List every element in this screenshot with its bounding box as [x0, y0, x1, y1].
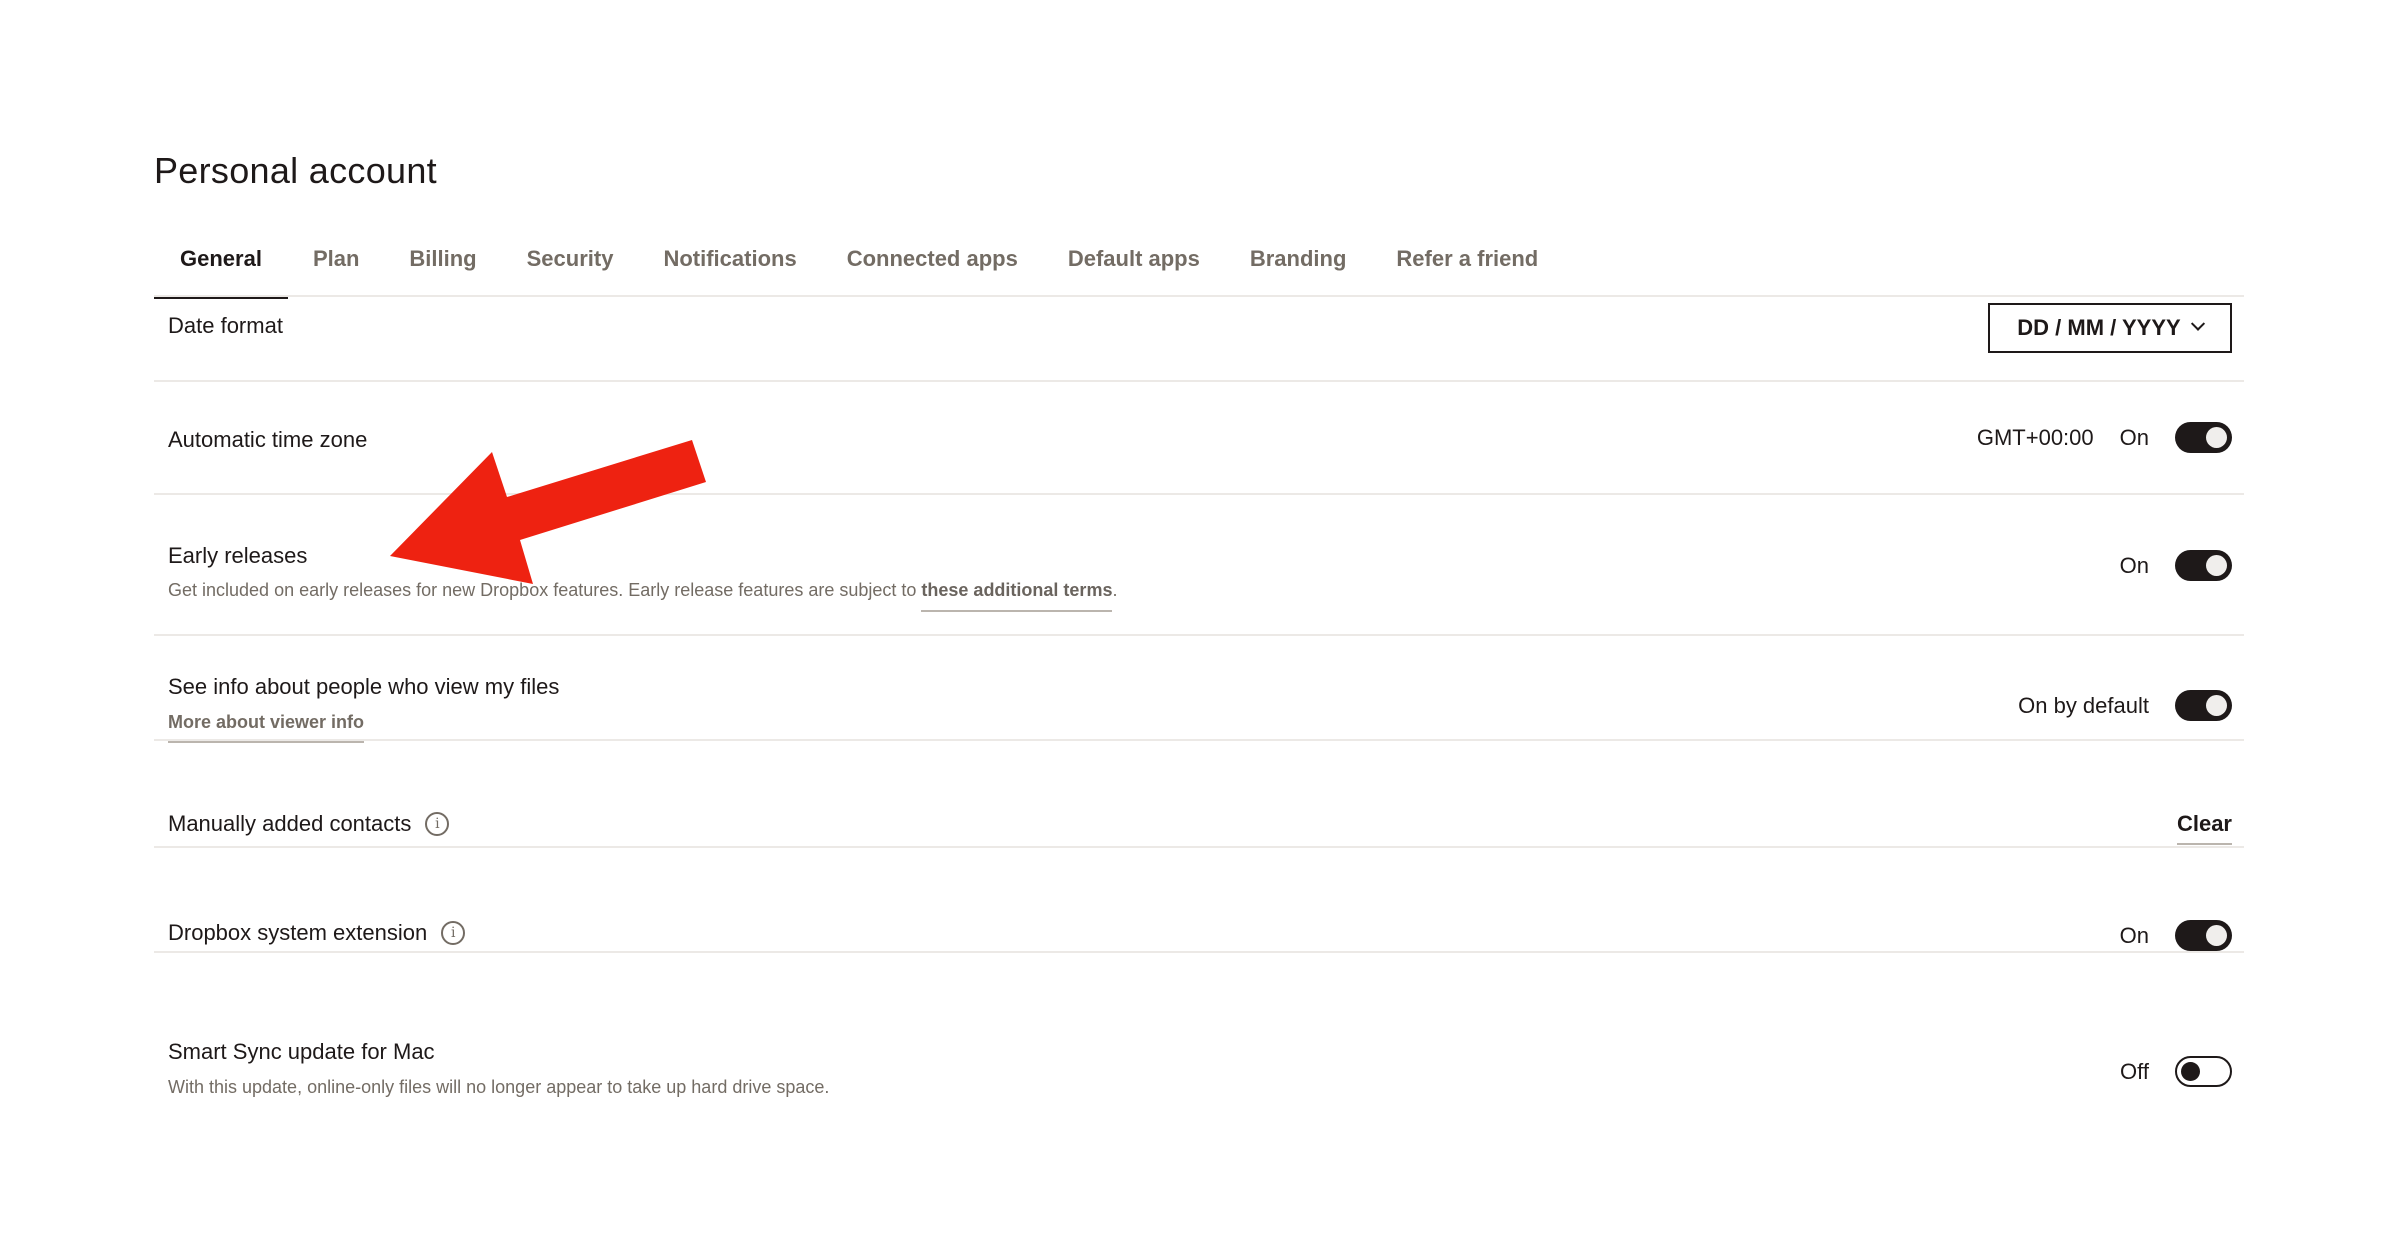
- time-zone-status: On: [2119, 424, 2149, 450]
- tab-general[interactable]: General: [154, 230, 288, 299]
- info-icon[interactable]: i: [425, 812, 450, 836]
- toggle-knob: [2206, 427, 2227, 448]
- tab-connected-apps[interactable]: Connected apps: [822, 230, 1043, 297]
- viewer-info-label: See info about people who view my files: [168, 674, 560, 699]
- contacts-label: Manually added contacts: [168, 811, 412, 836]
- smart-sync-description: With this update, online-only files will…: [168, 1077, 830, 1097]
- toggle-knob: [2206, 695, 2227, 716]
- contacts-label-group: Manually added contacts i: [168, 811, 450, 837]
- tab-bar: General Plan Billing Security Notificati…: [154, 230, 1563, 299]
- system-extension-status: On: [2119, 922, 2149, 948]
- tab-refer-a-friend[interactable]: Refer a friend: [1371, 230, 1563, 297]
- setting-row-smart-sync: Smart Sync update for Mac With this upda…: [154, 953, 2244, 1097]
- tab-notifications[interactable]: Notifications: [638, 230, 821, 297]
- setting-row-date-format: Date format DD / MM / YYYY: [154, 297, 2244, 380]
- time-zone-label: Automatic time zone: [168, 427, 368, 452]
- smart-sync-toggle[interactable]: [2175, 1056, 2232, 1087]
- smart-sync-status: Off: [2120, 1058, 2149, 1084]
- info-icon[interactable]: i: [441, 921, 466, 945]
- viewer-info-toggle[interactable]: [2175, 690, 2232, 721]
- tab-billing[interactable]: Billing: [384, 230, 501, 297]
- time-zone-toggle[interactable]: [2175, 422, 2232, 453]
- tab-default-apps[interactable]: Default apps: [1043, 230, 1225, 297]
- description-period: .: [1112, 580, 1118, 600]
- setting-row-viewer-info: See info about people who view my files …: [154, 636, 2244, 743]
- viewer-info-status: On by default: [2018, 692, 2149, 718]
- setting-row-system-extension: Dropbox system extension i On: [154, 848, 2244, 951]
- early-releases-status: On: [2119, 552, 2149, 578]
- tab-security[interactable]: Security: [502, 230, 639, 297]
- early-releases-label: Early releases: [168, 543, 308, 568]
- system-extension-label: Dropbox system extension: [168, 920, 428, 945]
- setting-row-early-releases: Early releases Get included on early rel…: [154, 495, 2244, 634]
- additional-terms-link[interactable]: these additional terms: [921, 580, 1113, 612]
- early-releases-toggle[interactable]: [2175, 550, 2232, 581]
- date-format-label: Date format: [168, 313, 283, 338]
- time-zone-value: GMT+00:00: [1976, 424, 2094, 450]
- chevron-down-icon: [2190, 316, 2205, 331]
- tab-plan[interactable]: Plan: [288, 230, 384, 297]
- toggle-knob: [2181, 1062, 2200, 1081]
- setting-row-time-zone: Automatic time zone GMT+00:00 On: [154, 382, 2244, 493]
- early-releases-description-text: Get included on early releases for new D…: [168, 580, 922, 600]
- smart-sync-label: Smart Sync update for Mac: [168, 1039, 435, 1064]
- setting-row-contacts: Manually added contacts i Clear: [154, 741, 2244, 846]
- system-extension-toggle[interactable]: [2175, 920, 2232, 951]
- toggle-knob: [2206, 555, 2227, 576]
- date-format-dropdown[interactable]: DD / MM / YYYY: [1988, 303, 2232, 353]
- system-extension-label-group: Dropbox system extension i: [168, 920, 466, 946]
- page-title: Personal account: [154, 150, 437, 191]
- date-format-value: DD / MM / YYYY: [2017, 315, 2181, 340]
- clear-contacts-button[interactable]: Clear: [2176, 811, 2232, 845]
- tab-branding[interactable]: Branding: [1225, 230, 1372, 297]
- toggle-knob: [2206, 925, 2227, 946]
- early-releases-description: Get included on early releases for new D…: [168, 580, 1118, 612]
